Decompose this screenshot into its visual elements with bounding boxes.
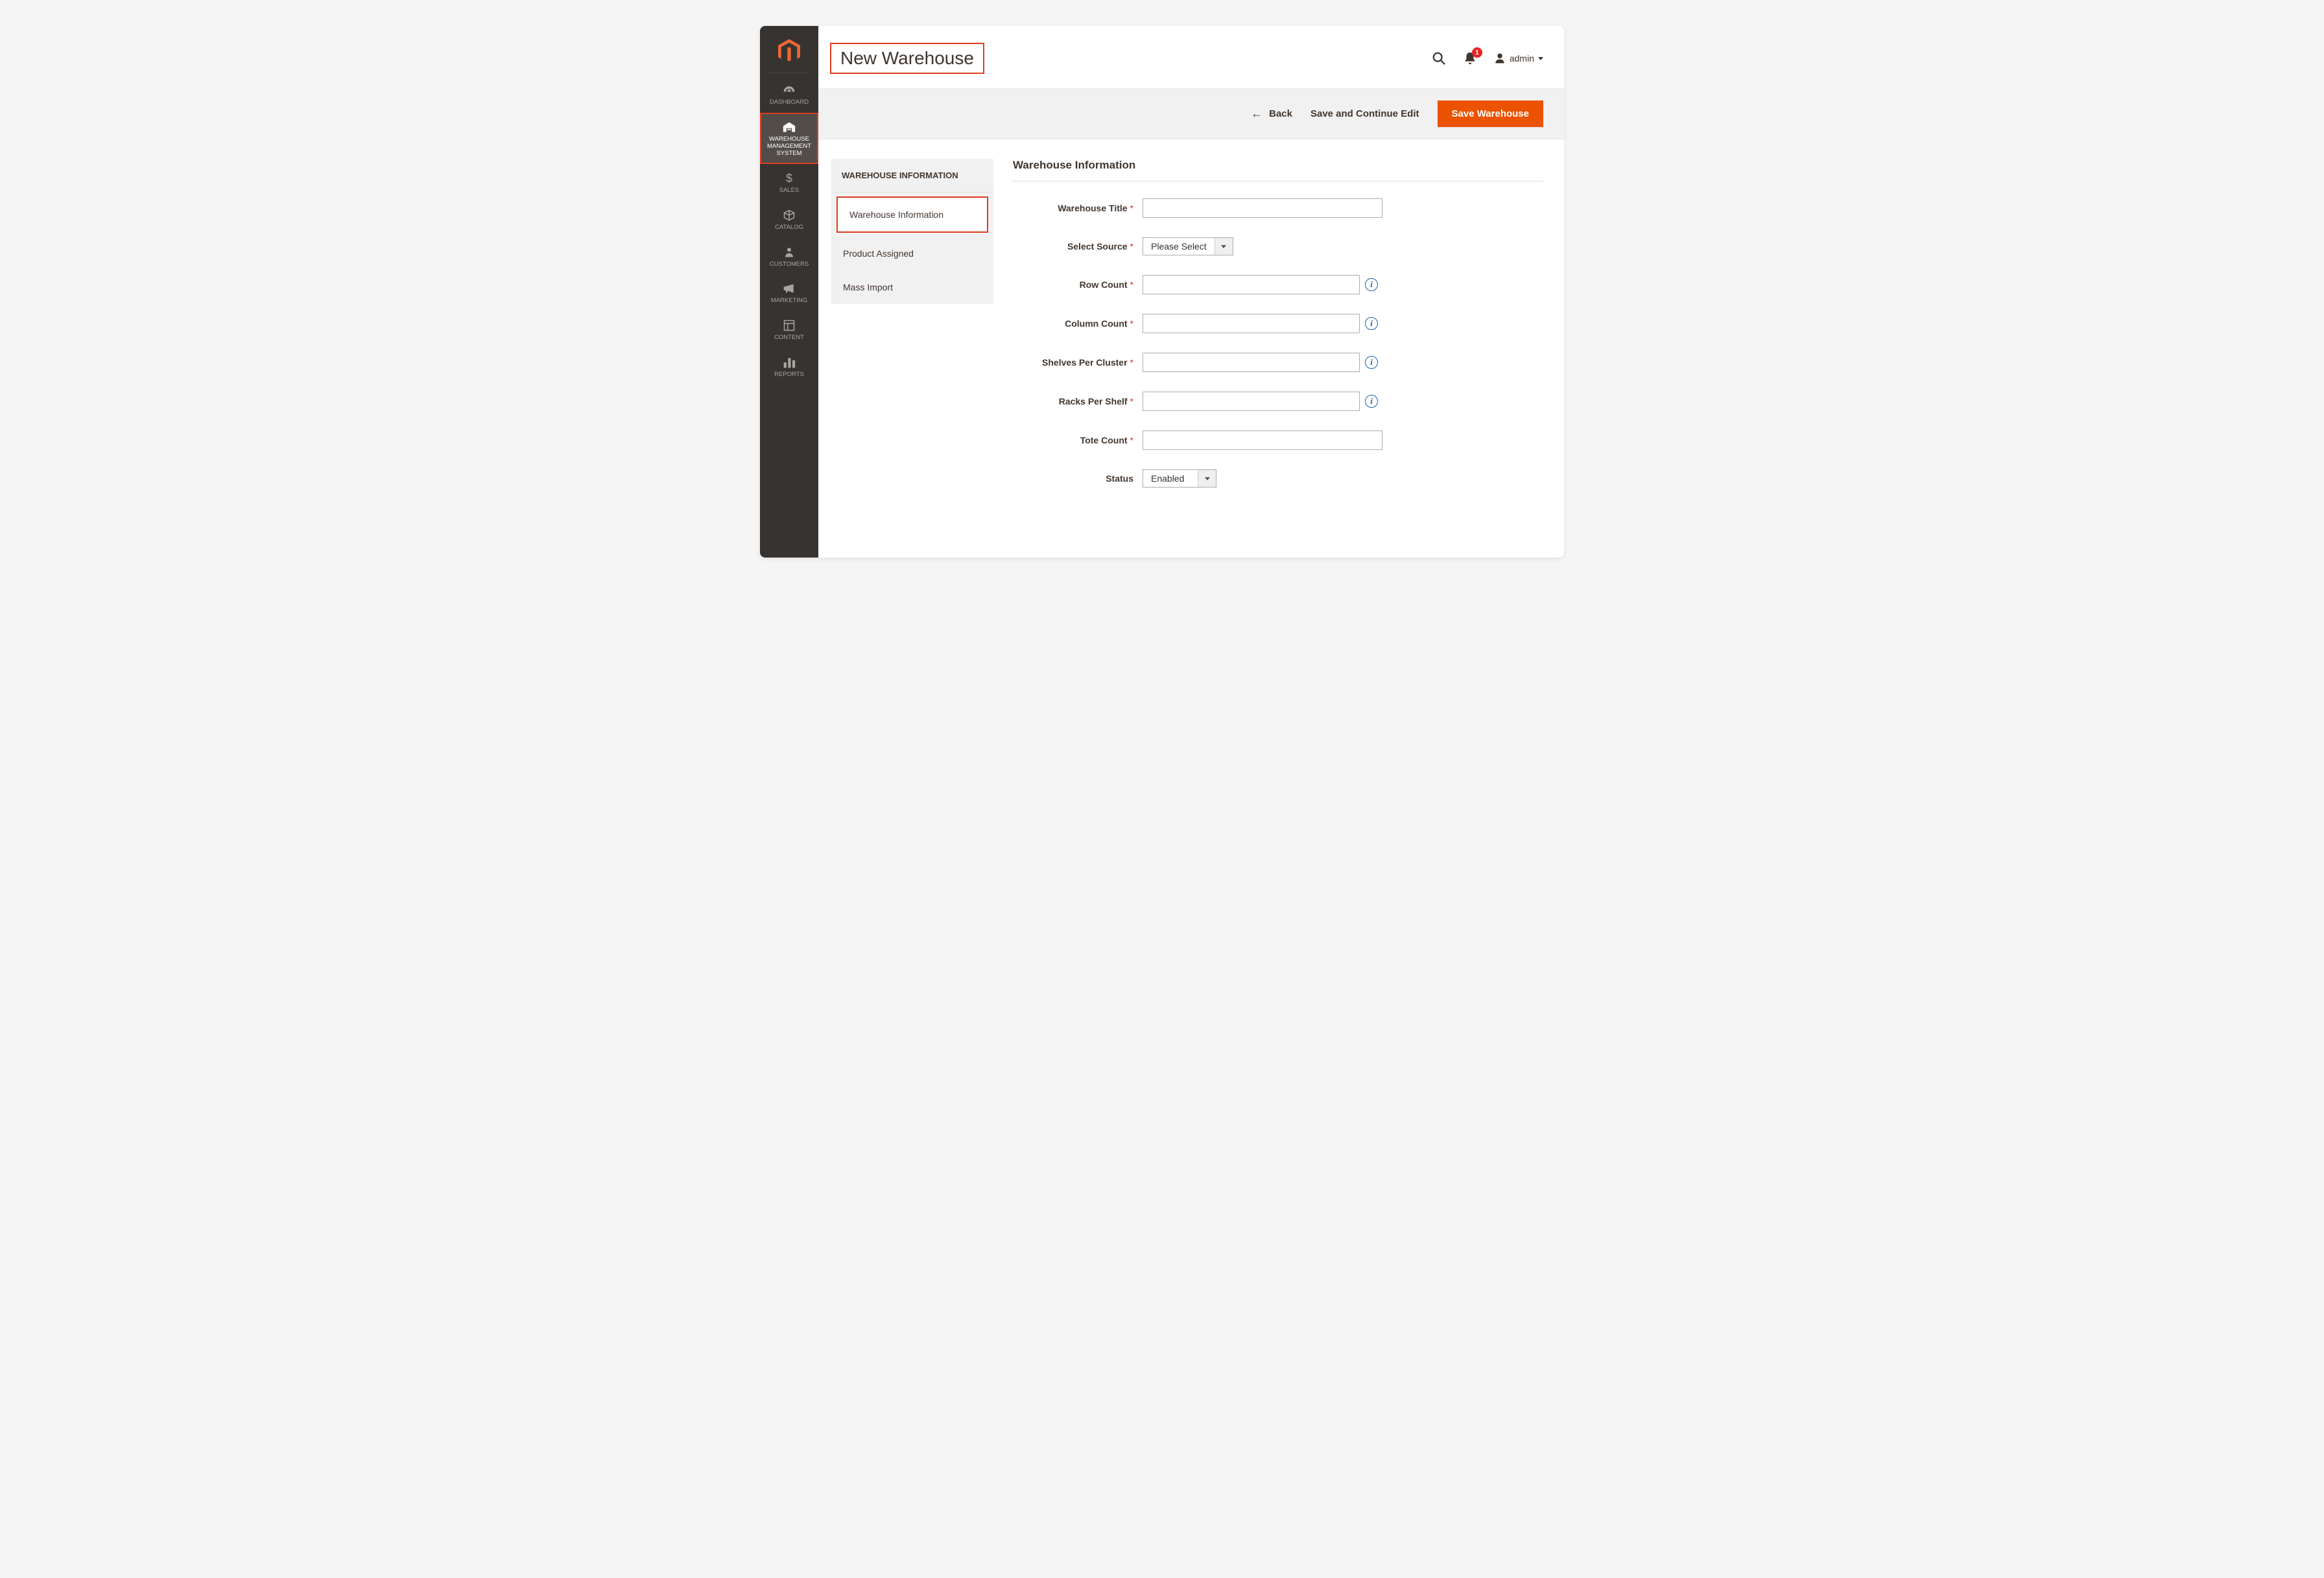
user-menu[interactable]: admin <box>1494 53 1543 64</box>
content: WAREHOUSE INFORMATION Warehouse Informat… <box>818 139 1564 533</box>
row-count-input[interactable] <box>1143 275 1360 294</box>
field-warehouse-title: Warehouse Title* <box>1013 198 1543 218</box>
chevron-down-icon <box>1538 57 1543 60</box>
side-tabs-header: WAREHOUSE INFORMATION <box>831 159 993 193</box>
nav-sales[interactable]: $ SALES <box>760 164 818 201</box>
select-source-value: Please Select <box>1143 238 1215 255</box>
field-column-count: Column Count* i <box>1013 314 1543 333</box>
nav-content[interactable]: CONTENT <box>760 311 818 348</box>
nav-label: REPORTS <box>774 371 804 379</box>
side-tabs: WAREHOUSE INFORMATION Warehouse Informat… <box>831 159 993 304</box>
chevron-down-icon <box>1198 470 1216 487</box>
nav-label: SALES <box>779 187 800 194</box>
tote-count-label: Tote Count* <box>1013 435 1143 445</box>
select-source-dropdown[interactable]: Please Select <box>1143 237 1233 255</box>
status-label: Status <box>1013 473 1143 484</box>
nav-marketing[interactable]: MARKETING <box>760 274 818 311</box>
field-select-source: Select Source* Please Select <box>1013 237 1543 255</box>
admin-sidebar: DASHBOARD WAREHOUSE MANAGEMENT SYSTEM $ … <box>760 26 818 558</box>
header-actions: 1 admin <box>1432 51 1543 65</box>
nav-customers[interactable]: CUSTOMERS <box>760 238 818 275</box>
megaphone-icon <box>783 282 796 295</box>
shelves-per-cluster-input[interactable] <box>1143 353 1360 372</box>
field-racks-per-shelf: Racks Per Shelf* i <box>1013 392 1543 411</box>
page-header: New Warehouse 1 admin <box>818 26 1564 88</box>
tab-mass-import[interactable]: Mass Import <box>831 270 993 304</box>
save-continue-button[interactable]: Save and Continue Edit <box>1310 108 1419 119</box>
nav-label: WAREHOUSE MANAGEMENT SYSTEM <box>763 136 816 158</box>
notification-badge: 1 <box>1472 47 1482 58</box>
gauge-icon <box>783 84 796 97</box>
racks-per-shelf-label: Racks Per Shelf* <box>1013 396 1143 406</box>
status-value: Enabled <box>1143 470 1198 487</box>
form-area: Warehouse Information Warehouse Title* S… <box>1013 159 1543 507</box>
search-icon <box>1432 51 1446 65</box>
select-source-label: Select Source* <box>1013 241 1143 252</box>
search-button[interactable] <box>1432 51 1446 65</box>
chevron-down-icon <box>1215 238 1233 255</box>
box-icon <box>783 209 796 222</box>
tab-product-assigned[interactable]: Product Assigned <box>831 237 993 270</box>
nav-label: CATALOG <box>775 224 803 231</box>
app-window: DASHBOARD WAREHOUSE MANAGEMENT SYSTEM $ … <box>760 26 1564 558</box>
bar-chart-icon <box>783 356 796 369</box>
shelves-per-cluster-label: Shelves Per Cluster* <box>1013 357 1143 368</box>
nav-catalog[interactable]: CATALOG <box>760 201 818 238</box>
info-icon[interactable]: i <box>1365 278 1378 291</box>
tote-count-input[interactable] <box>1143 430 1382 450</box>
notifications-button[interactable]: 1 <box>1463 51 1477 65</box>
nav-label: DASHBOARD <box>770 99 809 106</box>
dollar-icon: $ <box>786 172 792 185</box>
page-title: New Warehouse <box>830 43 984 74</box>
field-tote-count: Tote Count* <box>1013 430 1543 450</box>
column-count-input[interactable] <box>1143 314 1360 333</box>
back-label: Back <box>1269 108 1292 119</box>
field-shelves-per-cluster: Shelves Per Cluster* i <box>1013 353 1543 372</box>
nav-dashboard[interactable]: DASHBOARD <box>760 76 818 113</box>
nav-warehouse-management-system[interactable]: WAREHOUSE MANAGEMENT SYSTEM <box>760 113 818 164</box>
nav-label: CUSTOMERS <box>770 261 809 268</box>
nav-reports[interactable]: REPORTS <box>760 348 818 385</box>
info-icon[interactable]: i <box>1365 317 1378 330</box>
warehouse-title-input[interactable] <box>1143 198 1382 218</box>
magento-logo-icon <box>778 39 800 64</box>
tab-warehouse-information[interactable]: Warehouse Information <box>836 196 988 233</box>
user-icon <box>1494 53 1506 64</box>
field-status: Status Enabled <box>1013 469 1543 488</box>
field-row-count: Row Count* i <box>1013 275 1543 294</box>
warehouse-icon <box>783 121 796 134</box>
save-warehouse-button[interactable]: Save Warehouse <box>1438 100 1544 127</box>
nav-label: CONTENT <box>774 335 804 342</box>
warehouse-title-label: Warehouse Title* <box>1013 203 1143 213</box>
user-label: admin <box>1510 53 1534 64</box>
info-icon[interactable]: i <box>1365 356 1378 369</box>
arrow-left-icon: ← <box>1251 107 1263 121</box>
main-area: New Warehouse 1 admin ← Back <box>818 26 1564 558</box>
magento-logo[interactable] <box>769 35 809 73</box>
racks-per-shelf-input[interactable] <box>1143 392 1360 411</box>
action-bar: ← Back Save and Continue Edit Save Wareh… <box>818 88 1564 139</box>
person-icon <box>783 246 796 259</box>
layout-icon <box>783 319 796 332</box>
info-icon[interactable]: i <box>1365 395 1378 408</box>
column-count-label: Column Count* <box>1013 318 1143 329</box>
row-count-label: Row Count* <box>1013 279 1143 290</box>
back-button[interactable]: ← Back <box>1251 107 1292 121</box>
status-dropdown[interactable]: Enabled <box>1143 469 1216 488</box>
section-title: Warehouse Information <box>1013 159 1543 182</box>
nav-label: MARKETING <box>771 298 807 305</box>
